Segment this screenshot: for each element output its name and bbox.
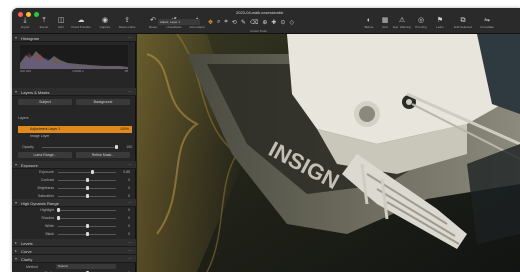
exposure-row-slider-knob[interactable] xyxy=(85,178,89,182)
crossfade-button[interactable]: ⇋ Crossfade xyxy=(476,17,498,33)
rotate-icon[interactable]: ⟲ xyxy=(232,19,237,26)
share-icon: ⇪ xyxy=(124,17,130,24)
opacity-slider-knob[interactable] xyxy=(115,145,118,149)
chevron-right-icon: ▸ xyxy=(15,240,18,245)
image-layer-row[interactable]: Image Layer xyxy=(30,134,49,138)
heal-icon[interactable]: ✚ xyxy=(271,19,276,26)
picker-icon[interactable]: ⊕ xyxy=(262,19,267,26)
hdr-row-slider-knob[interactable] xyxy=(85,232,89,236)
crossfade-icon: ⇋ xyxy=(484,17,490,24)
layers-section-header[interactable]: ▾ Layers & Masks ⋯ xyxy=(12,88,136,96)
hdr-row-slider-knob[interactable] xyxy=(85,224,89,228)
chevron-down-icon: ▾ xyxy=(15,89,18,94)
exposure-row-slider-knob[interactable] xyxy=(85,194,89,198)
chevron-down-icon: ▾ xyxy=(15,200,18,205)
hdr-row-slider[interactable] xyxy=(58,210,116,211)
exposure-row-slider-knob[interactable] xyxy=(85,186,89,190)
preset-select[interactable]: Adjust. Layer 1 xyxy=(158,19,200,25)
exposure-row-value[interactable]: 0.85 xyxy=(118,170,130,174)
edit-selected-button[interactable]: ⧉ Edit Selected xyxy=(452,17,474,33)
refine-mask-button[interactable]: Refine Mask... xyxy=(76,152,130,158)
exposure-row-value[interactable]: 0 xyxy=(118,178,130,182)
luma-range-button[interactable]: Luma Range... xyxy=(18,152,72,158)
opacity-label: Opacity xyxy=(22,145,34,149)
keystone-icon[interactable]: ◇ xyxy=(289,19,294,26)
exposure-row-slider[interactable] xyxy=(58,172,116,173)
hdr-row-value[interactable]: 0 xyxy=(118,208,130,212)
curve-section-header[interactable]: ▸ Curve ⋯ xyxy=(12,247,136,255)
histogram xyxy=(20,45,128,69)
hdr-row-label: Highlight xyxy=(40,208,54,212)
hdr-section-header[interactable]: ▾ High Dynamic Range ⋯ xyxy=(12,199,136,207)
cursor-tools-label: Cursor Tools xyxy=(250,29,267,33)
exposure-section-header[interactable]: ▾ Exposure ⋯ xyxy=(12,161,136,169)
cloud-transfer-icon: ☁ xyxy=(77,17,85,24)
clarity-section-header[interactable]: ▾ Clarity ⋯ xyxy=(12,255,136,263)
section-tools-icon[interactable]: ⋯ xyxy=(128,89,133,94)
document-title: 2023-04-walk.cosessionbb xyxy=(236,10,284,15)
clone-icon[interactable]: ⊙ xyxy=(280,19,285,26)
learn-icon: ⚑ xyxy=(436,17,444,24)
section-tools-icon[interactable]: ⋯ xyxy=(128,240,133,245)
more-icon[interactable]: ⋯ xyxy=(128,35,133,40)
edit-icon: ◫ xyxy=(57,17,65,24)
cloud-transfer-button[interactable]: ☁ Cloud Transfer xyxy=(70,17,92,33)
exposure-row-label: Saturation xyxy=(38,194,54,198)
subject-mask-button[interactable]: Subject xyxy=(18,99,72,105)
opacity-value[interactable]: 100 xyxy=(120,145,132,149)
hdr-row-slider[interactable] xyxy=(58,218,116,219)
hdr-row-value[interactable]: 0 xyxy=(118,216,130,220)
exposure-row-label: Exposure xyxy=(39,170,54,174)
clarity-method-select[interactable]: Natural xyxy=(56,264,116,269)
method-label: Method xyxy=(26,265,38,269)
pan-icon[interactable]: ✥ xyxy=(208,19,213,26)
histogram-section-header[interactable]: ▾ Histogram ⋯ xyxy=(12,34,136,42)
brush-icon[interactable]: ✎ xyxy=(241,19,246,26)
crop-icon[interactable]: ⌗ xyxy=(224,19,227,26)
section-tools-icon[interactable]: ⋯ xyxy=(128,256,133,261)
edit-selected-icon: ⧉ xyxy=(460,17,466,24)
tool-panel: ▾ Histogram ⋯ ISO 200 1/1000 s f/8 ▾ Lay… xyxy=(12,34,136,272)
opacity-slider[interactable] xyxy=(42,147,118,148)
exposure-row-slider-knob[interactable] xyxy=(91,170,95,174)
section-tools-icon[interactable]: ⋯ xyxy=(128,248,133,253)
learn-button[interactable]: ⚑ Learn xyxy=(429,17,451,33)
boat-photo: INSIGN xyxy=(137,34,520,272)
hdr-row-value[interactable]: 0 xyxy=(118,224,130,228)
exposure-row-value[interactable]: 0 xyxy=(118,186,130,190)
capture-icon: ◉ xyxy=(101,17,109,24)
exif-readout: ISO 200 1/1000 s f/8 xyxy=(20,69,128,73)
cursor-tools: ✥ ⌕ ⌗ ⟲ ✎ ⌫ ⊕ ✚ ⊙ ◇ xyxy=(208,18,328,27)
exposure-row-label: Brightness xyxy=(37,186,54,190)
chevron-down-icon: ▾ xyxy=(15,162,18,167)
layers-label: Layers xyxy=(18,116,29,120)
chevron-right-icon: ▸ xyxy=(15,248,18,253)
exposure-row-label: Contrast xyxy=(40,178,54,182)
main-toolbar: 2023-04-walk.cosessionbb ⤓ Import ⤒ Export… xyxy=(12,8,520,34)
hdr-row-label: Shadow xyxy=(41,216,54,220)
share-online-button[interactable]: ⇪ Share online xyxy=(116,17,138,33)
hdr-row-label: White xyxy=(45,224,54,228)
hdr-row-slider-knob[interactable] xyxy=(56,216,60,220)
levels-section-header[interactable]: ▸ Levels ⋯ xyxy=(12,239,136,247)
section-tools-icon[interactable]: ⋯ xyxy=(128,162,133,167)
hdr-row-slider-knob[interactable] xyxy=(56,208,60,212)
chevron-down-icon: ▾ xyxy=(15,256,18,261)
exposure-row-value[interactable]: 0 xyxy=(118,194,130,198)
edit-button[interactable]: ◫ Edit xyxy=(50,17,72,33)
photo-viewer[interactable]: INSIGN xyxy=(137,34,520,272)
section-tools-icon[interactable]: ⋯ xyxy=(128,200,133,205)
adjustment-layer-row[interactable]: Adjustment Layer 1 100% xyxy=(18,126,132,133)
capture-button[interactable]: ◉ Capture xyxy=(94,17,116,33)
hdr-row-label: Black xyxy=(45,232,54,236)
background-mask-button[interactable]: Background xyxy=(76,99,130,105)
chevron-down-icon: ▾ xyxy=(15,35,18,40)
eraser-icon[interactable]: ⌫ xyxy=(250,19,258,26)
hdr-row-value[interactable]: 0 xyxy=(118,232,130,236)
zoom-icon[interactable]: ⌕ xyxy=(217,19,220,26)
app-window: 2023-04-walk.cosessionbb ⤓ Import ⤒ Export… xyxy=(12,8,520,272)
